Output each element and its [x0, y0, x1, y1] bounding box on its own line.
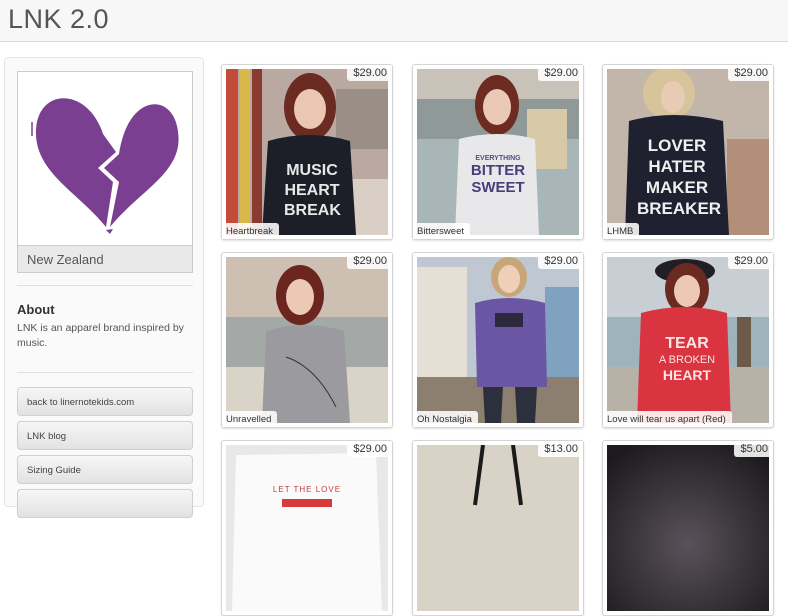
product-image — [417, 257, 579, 423]
product-price: $13.00 — [538, 441, 583, 457]
shirt-print: TEAR A BROKEN HEART — [658, 335, 716, 383]
product-price: $29.00 — [728, 65, 773, 81]
product-image — [226, 445, 388, 611]
product-card-oh-nostalgia[interactable]: $29.00 Oh Nostalgia — [412, 252, 584, 428]
product-price: $29.00 — [347, 441, 392, 457]
product-name[interactable]: LHMB — [603, 223, 640, 239]
product-photo[interactable] — [417, 257, 579, 423]
product-image — [417, 445, 579, 611]
product-photo[interactable] — [226, 257, 388, 423]
link-more[interactable] — [17, 489, 193, 518]
product-name[interactable]: Oh Nostalgia — [413, 411, 478, 427]
product-name[interactable]: Bittersweet — [413, 223, 470, 239]
product-photo[interactable]: EVERYTHING BITTER SWEET — [417, 69, 579, 235]
sidebar: New Zealand About LNK is an apparel bran… — [4, 57, 204, 518]
product-image — [417, 69, 579, 235]
product-photo[interactable]: TEAR A BROKEN HEART — [607, 257, 769, 423]
about-text: LNK is an apparel brand inspired by musi… — [17, 322, 184, 349]
product-photo[interactable]: LOVER HATER MAKER BREAKER — [607, 69, 769, 235]
product-price: $29.00 — [538, 253, 583, 269]
link-back-to-site[interactable]: back to linernotekids.com — [17, 387, 193, 416]
link-blog[interactable]: LNK blog — [17, 421, 193, 450]
product-name[interactable]: Love will tear us apart (Red) — [603, 411, 732, 427]
broken-heart-icon — [31, 98, 179, 234]
link-sizing-guide[interactable]: Sizing Guide — [17, 455, 193, 484]
product-card-unravelled[interactable]: $29.00 Unravelled — [221, 252, 393, 428]
divider — [17, 372, 193, 373]
product-image — [607, 445, 769, 611]
shirt-print: MUSIC HEART BREAK — [284, 162, 341, 219]
site-title[interactable]: LNK 2.0 — [8, 4, 109, 35]
divider — [17, 285, 193, 286]
product-name[interactable]: Heartbreak — [222, 223, 279, 239]
product-card-let-the-love[interactable]: LET THE LOVE $29.00 — [221, 440, 393, 616]
shirt-print: EVERYTHING BITTER SWEET — [470, 155, 526, 196]
product-price: $29.00 — [347, 253, 392, 269]
product-card-heartbreak[interactable]: MUSIC HEART BREAK $29.00 Heartbreak — [221, 64, 393, 240]
product-image — [226, 257, 388, 423]
product-price: $29.00 — [347, 65, 392, 81]
product-card-tote[interactable]: $13.00 — [412, 440, 584, 616]
product-card-bittersweet[interactable]: EVERYTHING BITTER SWEET $29.00 Bitterswe… — [412, 64, 584, 240]
top-bar: LNK 2.0 — [0, 0, 788, 42]
product-card-accessory[interactable]: $5.00 — [602, 440, 774, 616]
product-price: $29.00 — [538, 65, 583, 81]
product-photo[interactable]: MUSIC HEART BREAK — [226, 69, 388, 235]
product-name[interactable]: Unravelled — [222, 411, 278, 427]
product-price: $29.00 — [728, 253, 773, 269]
shirt-print: LOVER HATER MAKER BREAKER — [637, 136, 722, 218]
about-heading: About — [17, 302, 55, 317]
shop-location: New Zealand — [17, 245, 193, 273]
product-card-love-red[interactable]: TEAR A BROKEN HEART $29.00 Love will tea… — [602, 252, 774, 428]
product-photo[interactable]: LET THE LOVE — [226, 445, 388, 611]
product-photo[interactable] — [417, 445, 579, 611]
shop-logo — [17, 71, 193, 245]
shirt-print: LET THE LOVE — [272, 485, 342, 494]
product-price: $5.00 — [734, 441, 773, 457]
product-photo[interactable] — [607, 445, 769, 611]
product-card-lhmb[interactable]: LOVER HATER MAKER BREAKER $29.00 LHMB — [602, 64, 774, 240]
